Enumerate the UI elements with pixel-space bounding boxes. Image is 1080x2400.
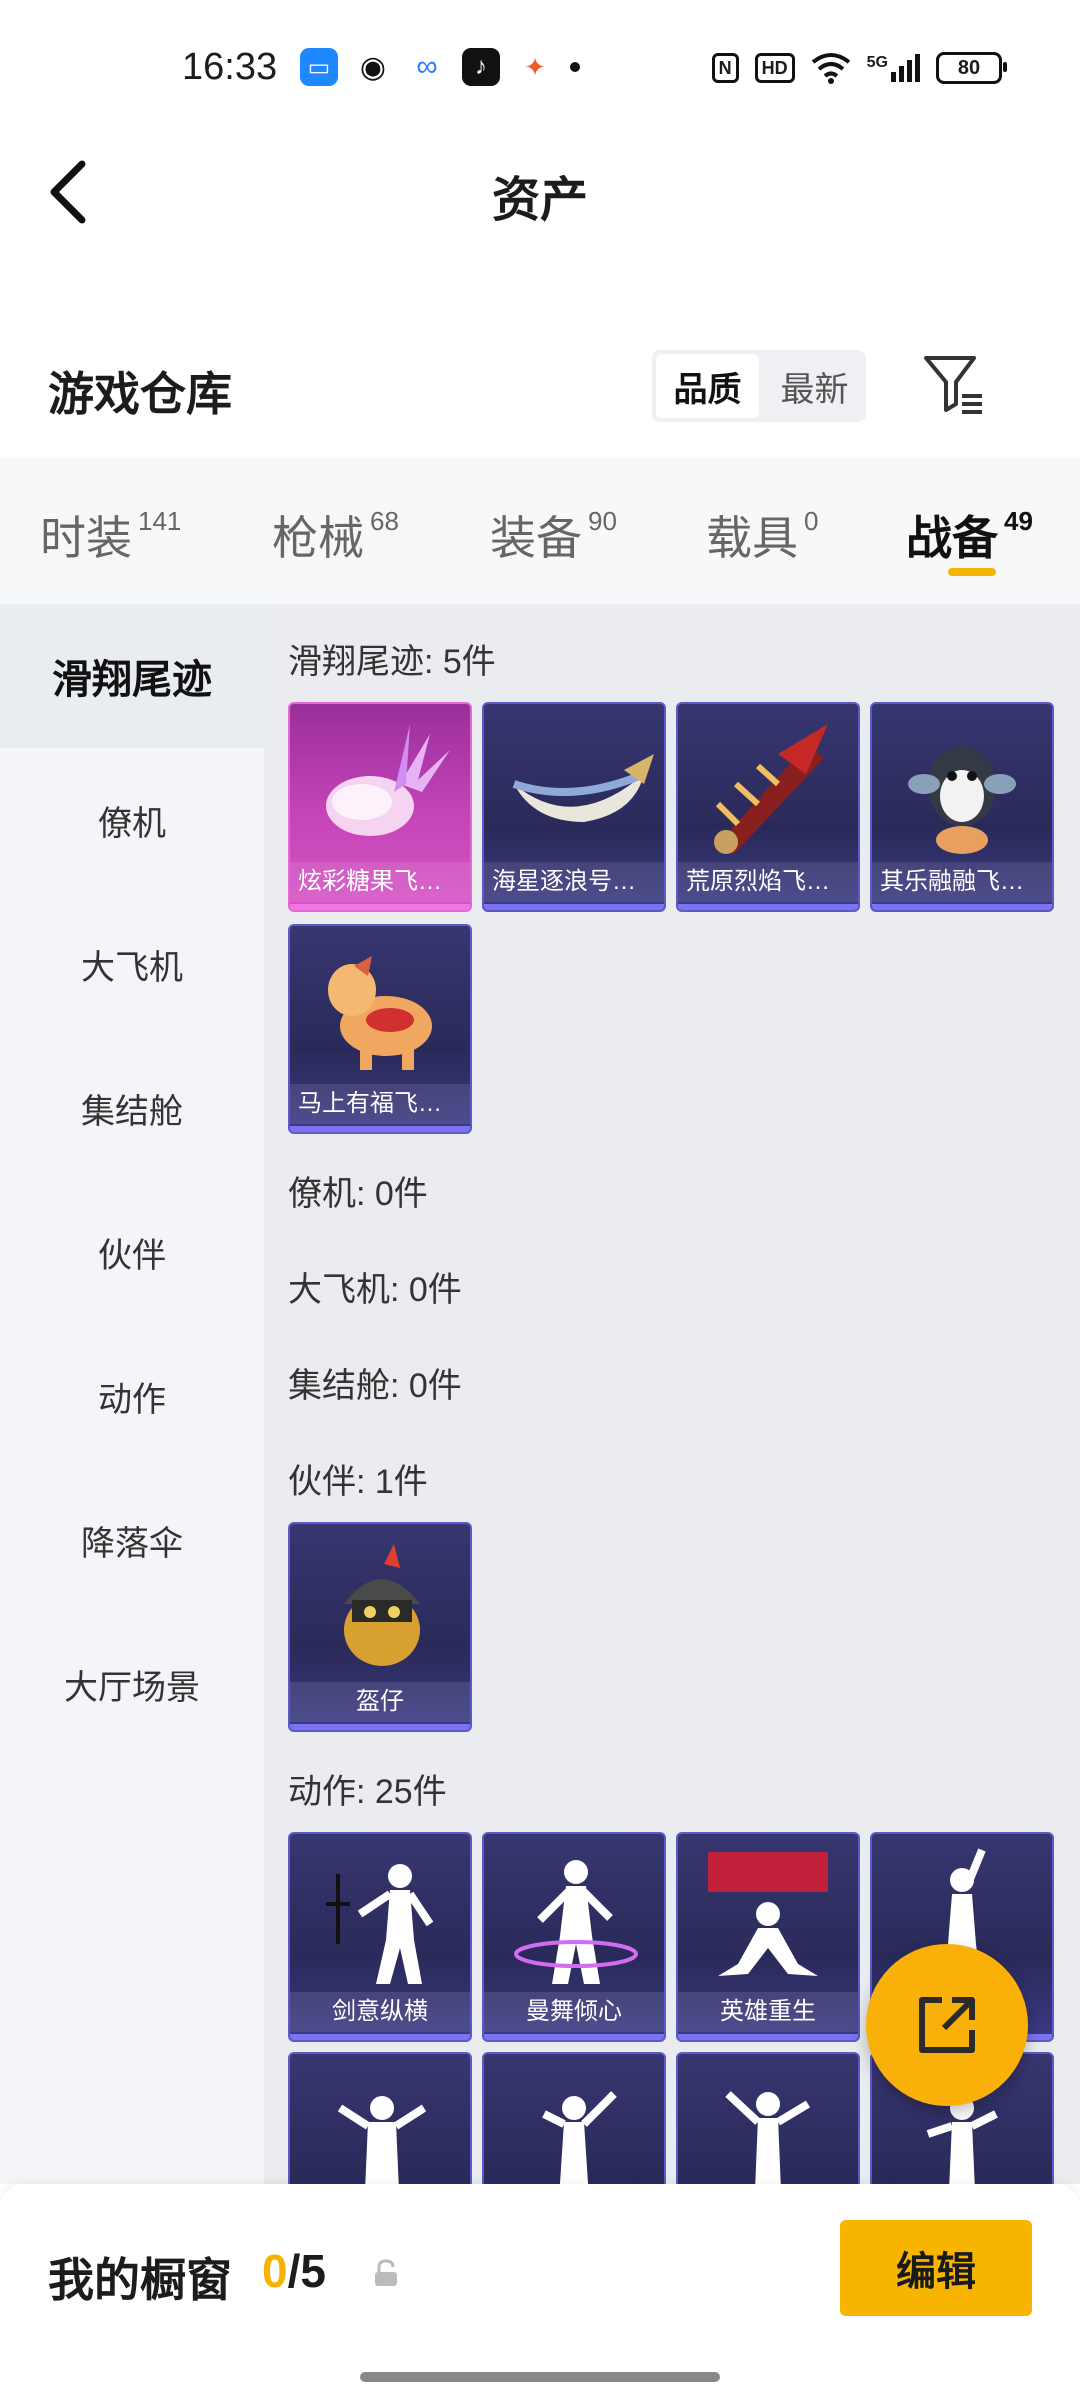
item-card[interactable]: 曼舞倾心: [482, 1832, 666, 2042]
category-tabs: 时装 141 枪械 68 装备 90 载具 0 战备 49: [0, 458, 1080, 604]
sidebar-item-emote[interactable]: 动作: [0, 1324, 264, 1468]
tab-count: 141: [138, 506, 182, 536]
tab-label: 装备: [490, 512, 582, 564]
dancer-figure-image: [337, 2096, 427, 2184]
share-external-icon: [919, 1997, 975, 2053]
item-card[interactable]: [482, 2052, 666, 2184]
sidebar-item-parachute[interactable]: 降落伞: [0, 1468, 264, 1612]
item-name: 马上有福飞行器: [290, 1084, 470, 1124]
tab-label: 载具: [706, 512, 798, 564]
section-label-plane: 大飞机: 0件: [288, 1271, 462, 1309]
item-card[interactable]: 荒原烈焰飞行器: [676, 702, 860, 912]
item-name: 剑意纵横: [290, 1992, 470, 2032]
home-indicator[interactable]: [360, 2372, 720, 2382]
section-label-glide: 滑翔尾迹: 5件: [288, 643, 496, 681]
dancer-figure-image: [725, 2091, 811, 2184]
sidebar-item-wingman[interactable]: 僚机: [0, 748, 264, 892]
helmet-chick-image: [344, 1544, 420, 1666]
item-card[interactable]: 其乐融融飞行器: [870, 702, 1054, 912]
tab-count: 68: [370, 506, 399, 536]
sidebar-item-glide-trail[interactable]: 滑翔尾迹: [0, 604, 264, 748]
sort-toggle: 品质 最新: [652, 350, 866, 422]
section-label-wingman: 僚机: 0件: [288, 1175, 428, 1213]
status-time: 16:33: [182, 46, 278, 88]
item-name: 炫彩糖果飞行器: [290, 862, 470, 902]
sidebar-item-big-plane[interactable]: 大飞机: [0, 892, 264, 1036]
tab-label: 战备: [906, 512, 998, 564]
showcase-total: /5: [287, 2245, 326, 2297]
filter-icon[interactable]: [922, 352, 986, 416]
item-card[interactable]: 马上有福飞行器: [288, 924, 472, 1134]
tiktok-icon: ♪: [462, 48, 500, 86]
calendar-icon: ▭: [300, 48, 338, 86]
item-name: 其乐融融飞行器: [872, 862, 1052, 902]
lock-icon: [375, 2259, 397, 2286]
hd-icon: HD: [754, 53, 795, 83]
tab-guns[interactable]: 枪械 68: [272, 502, 399, 568]
item-card[interactable]: [676, 2052, 860, 2184]
sort-quality-option[interactable]: 品质: [656, 354, 759, 418]
wechat-icon: ◉: [354, 48, 392, 86]
nfc-icon: N: [711, 53, 739, 83]
dancer-figure-image: [542, 2091, 617, 2184]
sidebar-item-rally-pod[interactable]: 集结舱: [0, 1036, 264, 1180]
dancer-figure-image: [514, 1860, 638, 1984]
tab-count: 49: [1004, 506, 1033, 536]
share-button[interactable]: [866, 1944, 1028, 2106]
tab-label: 枪械: [272, 512, 364, 564]
tab-count: 90: [588, 506, 617, 536]
edit-button[interactable]: 编辑: [840, 2220, 1032, 2316]
tab-equipment[interactable]: 装备 90: [490, 502, 617, 568]
network-label: 5G: [866, 54, 888, 71]
item-name: 海星逐浪号飞行器: [484, 862, 664, 902]
tab-count: 0: [804, 506, 819, 536]
item-card[interactable]: 海星逐浪号飞行器: [482, 702, 666, 912]
section-label-emote: 动作: 25件: [288, 1773, 447, 1811]
tab-label: 时装: [40, 512, 132, 564]
penguin-glider-image: [908, 746, 1016, 854]
active-tab-indicator: [948, 568, 996, 576]
warehouse-title: 游戏仓库: [48, 368, 232, 420]
system-icons: N HD 5G 80: [711, 52, 1007, 84]
item-card[interactable]: 炫彩糖果飞行器: [288, 702, 472, 912]
section-label-pod: 集结舱: 0件: [288, 1367, 462, 1405]
battery-icon: 80: [936, 52, 1007, 84]
tab-fashion[interactable]: 时装 141: [40, 502, 181, 568]
status-bar: 16:33 ▭ ◉ ∞ ♪ ✦ N HD 5G 80: [0, 0, 1080, 140]
dancer-figure-image: [326, 1864, 434, 1984]
sort-latest-option[interactable]: 最新: [763, 350, 866, 422]
horse-glider-image: [328, 956, 432, 1070]
spider-hero-image: [708, 1852, 828, 1976]
sidebar-item-partner[interactable]: 伙伴: [0, 1180, 264, 1324]
item-name: 英雄重生: [678, 1992, 858, 2032]
5g-signal-icon: 5G: [867, 54, 920, 82]
item-name: 盔仔: [290, 1682, 470, 1722]
item-card[interactable]: [288, 2052, 472, 2184]
page-title: 资产: [491, 174, 588, 227]
item-name: 曼舞倾心: [484, 1992, 664, 2032]
wifi-icon: [811, 53, 850, 84]
notification-icons: ▭ ◉ ∞ ♪ ✦: [300, 48, 580, 86]
battery-level: 80: [957, 56, 981, 79]
item-card[interactable]: 英雄重生: [676, 1832, 860, 2042]
tab-vehicles[interactable]: 载具 0: [706, 502, 818, 568]
flame-glider-image: [714, 724, 828, 854]
showcase-count: 0/5: [262, 2244, 326, 2298]
candy-glider-image: [326, 724, 450, 836]
cloud-icon: ∞: [408, 48, 446, 86]
showcase-current: 0: [262, 2245, 288, 2297]
item-card[interactable]: 盔仔: [288, 1522, 472, 1732]
item-name: 荒原烈焰飞行器: [678, 862, 858, 902]
section-label-partner: 伙伴: 1件: [288, 1463, 428, 1501]
starfish-boat-image: [512, 754, 654, 822]
my-showcase-label: 我的橱窗: [48, 2254, 232, 2306]
sidebar: 滑翔尾迹 僚机 大飞机 集结舱 伙伴 动作 降落伞 大厅场景: [0, 604, 264, 2184]
more-dot-icon: [570, 62, 580, 72]
item-card[interactable]: 剑意纵横: [288, 1832, 472, 2042]
sidebar-item-lobby-scene[interactable]: 大厅场景: [0, 1612, 264, 1756]
tab-battle-prep[interactable]: 战备 49: [906, 502, 1033, 568]
game-icon: ✦: [516, 48, 554, 86]
showcase-bar: 我的橱窗 0/5 编辑: [0, 2184, 1080, 2400]
